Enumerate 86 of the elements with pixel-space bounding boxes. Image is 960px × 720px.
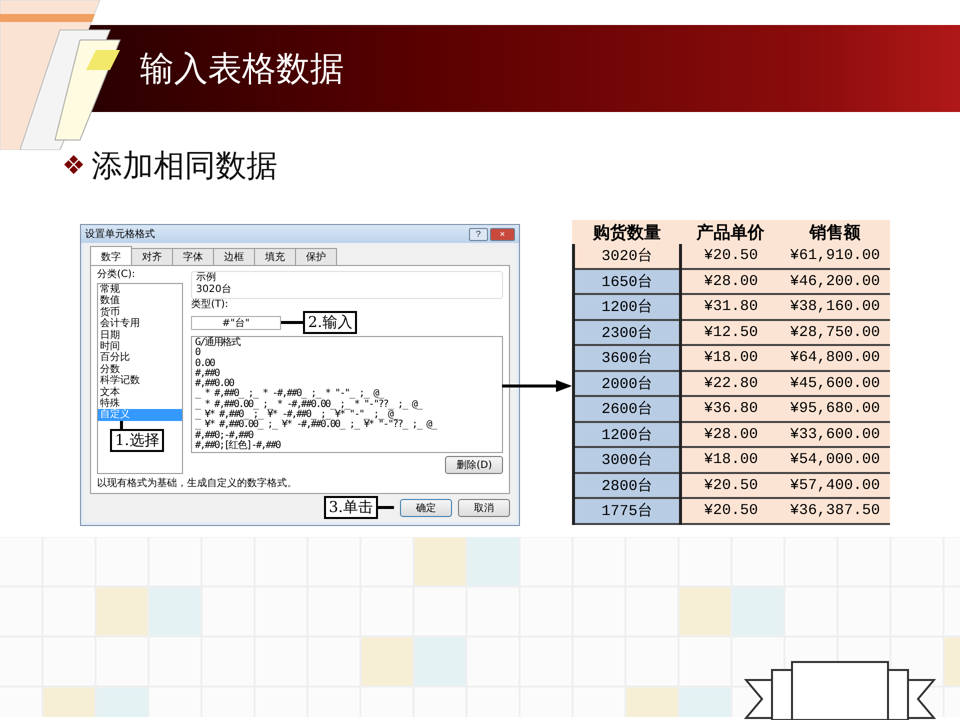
type-label: 类型(T):	[191, 299, 230, 311]
bullet-glyph: ❖	[62, 151, 86, 181]
category-item[interactable]: 会计专用	[98, 318, 182, 330]
format-item[interactable]: #,##0.00	[195, 379, 488, 390]
format-item[interactable]: #,##0;[红色]-#,##0	[195, 440, 488, 452]
dialog-tab[interactable]: 边框	[213, 248, 255, 265]
table-cell: ¥28.00	[680, 422, 780, 447]
category-item[interactable]: 日期	[98, 330, 182, 342]
table-cell: ¥18.00	[680, 345, 780, 370]
table-cell: ¥18.00	[680, 447, 780, 472]
column-header: 销售额	[780, 220, 890, 244]
help-button[interactable]: ?	[468, 228, 488, 240]
format-item[interactable]: _ ¥* #,##0_ ;_ ¥* -#,##0_ ;_ ¥* "-"_ ;_ @_	[195, 410, 488, 420]
category-item[interactable]: 分数	[98, 364, 182, 376]
arrow	[502, 380, 572, 392]
category-item[interactable]: 文本	[98, 386, 182, 398]
table-cell: 2800台	[574, 472, 680, 498]
format-item[interactable]: 0	[195, 348, 488, 359]
table-cell: 3020台	[574, 244, 680, 268]
table-cell: 1200台	[574, 422, 680, 447]
format-item[interactable]: _ * #,##0_ ;_ * -#,##0_ ;_ * "-"_ ;_ @_	[195, 389, 488, 400]
table-cell: ¥22.80	[680, 370, 780, 396]
dialog-tab[interactable]: 对齐	[131, 248, 173, 265]
table-cell: 2300台	[574, 320, 680, 345]
slide-title: 输入表格数据	[140, 48, 344, 90]
table-cell: ¥46,200.00	[780, 268, 890, 294]
category-item[interactable]: 货币	[98, 306, 182, 318]
table-cell: 3000台	[574, 447, 680, 472]
format-item[interactable]: 0.00	[195, 358, 488, 369]
dialog-tab[interactable]: 字体	[172, 248, 214, 265]
ok-button[interactable]: 确定	[400, 498, 452, 517]
table-cell: 3600台	[574, 345, 680, 370]
category-label: 分类(C):	[97, 269, 136, 281]
category-item[interactable]: 特殊	[98, 398, 182, 410]
category-item[interactable]: 科学记数	[98, 375, 182, 387]
table-cell: ¥64,800.00	[780, 345, 890, 370]
table-cell: ¥45,600.00	[780, 370, 890, 396]
callout-label: 3.单击	[324, 496, 378, 520]
table-cell: 2600台	[574, 396, 680, 422]
table-cell: 1650台	[574, 268, 680, 294]
category-item[interactable]: 百分比	[98, 352, 182, 364]
callout-label: 1.选择	[110, 428, 164, 452]
delete-button[interactable]: 删除(D)	[445, 456, 503, 474]
table-cell: 1775台	[574, 498, 680, 524]
category-item[interactable]: 数值	[98, 295, 182, 307]
column-header: 产品单价	[680, 220, 780, 244]
category-list[interactable]: 常规 数值 货币 会计专用 日期 时间 百分比 分数 科学记数 文本 特殊 自定义 1.选择	[97, 283, 183, 474]
callout-label: 2.输入	[303, 311, 358, 334]
sample-label: 示例	[196, 272, 217, 284]
description-text: 以现有格式为基础，生成自定义的数字格式。	[97, 477, 298, 490]
table-cell: ¥95,680.00	[780, 396, 890, 422]
dialog-title: 设置单元格格式	[85, 228, 156, 241]
table-cell: 1200台	[574, 294, 680, 320]
table-cell: ¥20.50	[680, 498, 780, 524]
dialog-tab[interactable]: 保护	[295, 248, 337, 265]
slide-subtitle: 添加相同数据	[91, 147, 278, 186]
cancel-button[interactable]: 取消	[458, 498, 510, 517]
table-cell: ¥20.50	[680, 244, 780, 268]
table-cell: ¥33,600.00	[780, 422, 890, 447]
column-header: 购货数量	[574, 220, 680, 244]
table-cell: ¥38,160.00	[780, 294, 890, 320]
dialog-tab[interactable]: 填充	[254, 248, 296, 265]
table-cell: ¥36,387.50	[780, 498, 890, 524]
table-cell: ¥12.50	[680, 320, 780, 345]
table-cell: ¥28.00	[680, 268, 780, 294]
table-cell: ¥28,750.00	[780, 320, 890, 345]
leader-line	[281, 321, 303, 324]
category-item[interactable]: 时间	[98, 341, 182, 352]
dialog-tab[interactable]: 数字	[90, 246, 132, 265]
type-input-field[interactable]: #"台"	[191, 316, 281, 330]
table-cell: 2000台	[574, 370, 680, 396]
format-list[interactable]	[191, 336, 503, 454]
sample-value: 3020台	[196, 284, 232, 296]
table-cell: ¥31.80	[680, 294, 780, 320]
table-cell: ¥20.50	[680, 472, 780, 498]
format-item[interactable]: #,##0;-#,##0	[195, 430, 488, 441]
table-cell: ¥61,910.00	[780, 244, 890, 268]
format-item[interactable]: G/通用格式	[195, 338, 488, 348]
format-item[interactable]: _ ¥* #,##0.00_ ;_ ¥* -#,##0.00_ ;_ ¥* "-"??_ ;_ @_	[195, 420, 488, 431]
format-item[interactable]: #,##0	[195, 368, 488, 380]
format-item[interactable]: _ * #,##0.00_ ;_ * -#,##0.00_ ;_ * "-"??_ ;_ @_	[195, 400, 488, 410]
table-cell: ¥54,000.00	[780, 447, 890, 472]
category-item[interactable]: 常规	[98, 284, 182, 296]
close-button[interactable]: ×	[490, 228, 515, 240]
table-cell: ¥36.80	[680, 396, 780, 422]
table-cell: ¥57,400.00	[780, 472, 890, 498]
